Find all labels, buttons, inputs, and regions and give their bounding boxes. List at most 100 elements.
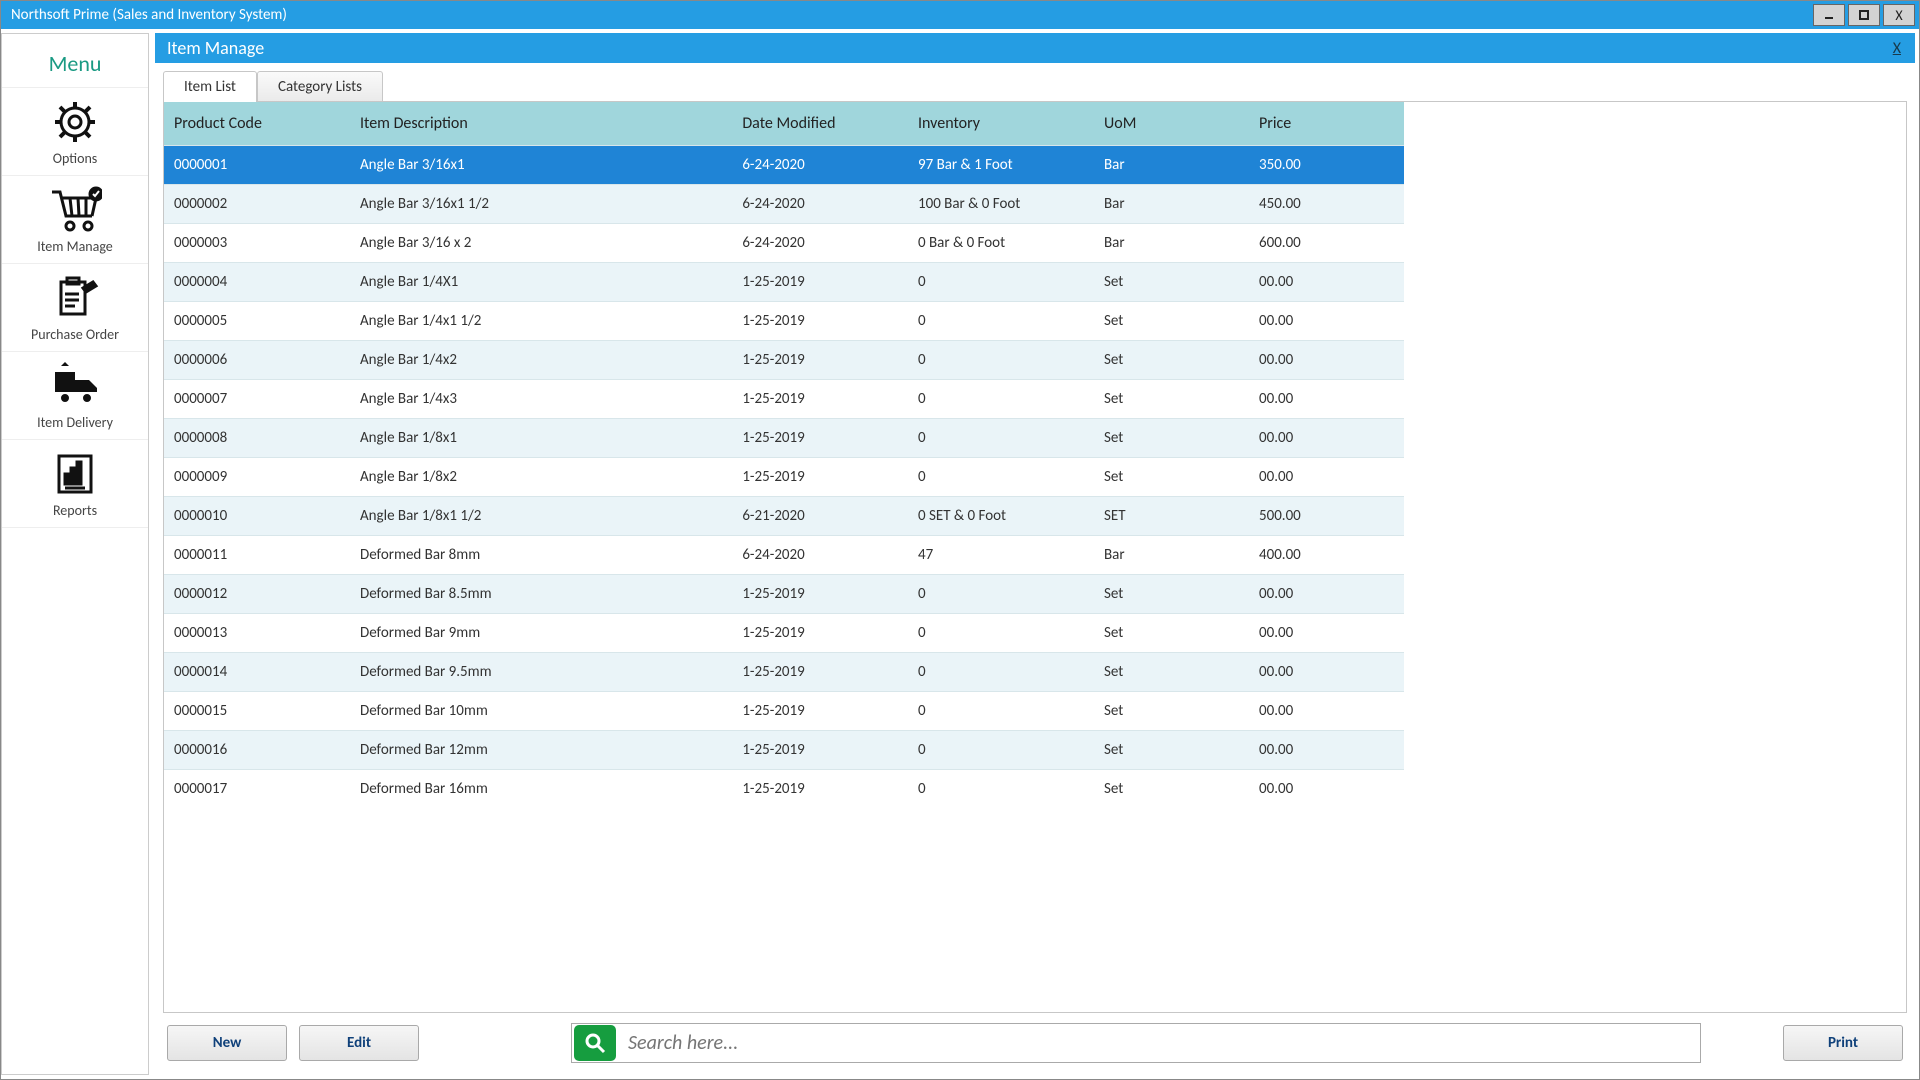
cell-desc: Deformed Bar 9.5mm — [350, 653, 732, 692]
cell-uom: Set — [1094, 731, 1249, 770]
column-header-uom[interactable]: UoM — [1094, 102, 1249, 146]
sidebar-item-item-delivery[interactable]: Item Delivery — [2, 352, 148, 440]
cell-uom: Set — [1094, 614, 1249, 653]
close-icon: X — [1895, 7, 1902, 24]
close-panel-button[interactable]: X — [1893, 39, 1915, 58]
cell-price: 350.00 — [1249, 146, 1404, 185]
cell-uom: Set — [1094, 575, 1249, 614]
cell-code: 0000004 — [164, 263, 350, 302]
sidebar-item-item-manage[interactable]: Item Manage — [2, 176, 148, 264]
cell-uom: SET — [1094, 497, 1249, 536]
cell-uom: Set — [1094, 419, 1249, 458]
sidebar-item-label: Reports — [53, 502, 97, 519]
cell-price: 500.00 — [1249, 497, 1404, 536]
cell-uom: Set — [1094, 380, 1249, 419]
table-row[interactable]: 0000016Deformed Bar 12mm1-25-20190Set00.… — [164, 731, 1404, 770]
tab-panel: Product Code Item Description Date Modif… — [163, 101, 1907, 1013]
cell-price: 00.00 — [1249, 380, 1404, 419]
items-table: Product Code Item Description Date Modif… — [164, 102, 1404, 808]
cell-code: 0000001 — [164, 146, 350, 185]
sidebar: Menu Options — [1, 33, 149, 1075]
table-row[interactable]: 0000012Deformed Bar 8.5mm1-25-20190Set00… — [164, 575, 1404, 614]
table-row[interactable]: 0000006Angle Bar 1/4x21-25-20190Set00.00 — [164, 341, 1404, 380]
cell-price: 450.00 — [1249, 185, 1404, 224]
table-row[interactable]: 0000008Angle Bar 1/8x11-25-20190Set00.00 — [164, 419, 1404, 458]
cell-uom: Bar — [1094, 536, 1249, 575]
gear-icon — [51, 98, 99, 146]
cell-price: 00.00 — [1249, 770, 1404, 809]
cell-desc: Angle Bar 3/16 x 2 — [350, 224, 732, 263]
sidebar-item-options[interactable]: Options — [2, 88, 148, 176]
minimize-button[interactable] — [1813, 4, 1845, 26]
cell-code: 0000005 — [164, 302, 350, 341]
cell-desc: Angle Bar 1/8x1 — [350, 419, 732, 458]
sidebar-item-label: Item Delivery — [37, 414, 113, 431]
table-row[interactable]: 0000013Deformed Bar 9mm1-25-20190Set00.0… — [164, 614, 1404, 653]
cell-date: 1-25-2019 — [732, 614, 908, 653]
cell-inv: 0 — [908, 380, 1094, 419]
search-icon[interactable] — [574, 1025, 616, 1061]
cell-price: 00.00 — [1249, 263, 1404, 302]
delivery-truck-icon — [47, 362, 103, 410]
cell-price: 00.00 — [1249, 419, 1404, 458]
cell-inv: 0 — [908, 575, 1094, 614]
table-row[interactable]: 0000015Deformed Bar 10mm1-25-20190Set00.… — [164, 692, 1404, 731]
print-button[interactable]: Print — [1783, 1025, 1903, 1061]
cell-inv: 97 Bar & 1 Foot — [908, 146, 1094, 185]
table-row[interactable]: 0000002Angle Bar 3/16x1 1/26-24-2020100 … — [164, 185, 1404, 224]
panel-header: Item Manage X — [155, 33, 1915, 63]
cell-uom: Bar — [1094, 224, 1249, 263]
cell-date: 6-21-2020 — [732, 497, 908, 536]
column-header-desc[interactable]: Item Description — [350, 102, 732, 146]
sidebar-item-purchase-order[interactable]: Purchase Order — [2, 264, 148, 352]
table-row[interactable]: 0000014Deformed Bar 9.5mm1-25-20190Set00… — [164, 653, 1404, 692]
cell-code: 0000009 — [164, 458, 350, 497]
table-row[interactable]: 0000001Angle Bar 3/16x16-24-202097 Bar &… — [164, 146, 1404, 185]
table-scroller[interactable]: Product Code Item Description Date Modif… — [164, 102, 1906, 1012]
cell-uom: Set — [1094, 653, 1249, 692]
table-row[interactable]: 0000007Angle Bar 1/4x31-25-20190Set00.00 — [164, 380, 1404, 419]
cell-date: 1-25-2019 — [732, 692, 908, 731]
tab-item-list[interactable]: Item List — [163, 71, 257, 102]
cell-date: 6-24-2020 — [732, 536, 908, 575]
table-row[interactable]: 0000011Deformed Bar 8mm6-24-202047Bar400… — [164, 536, 1404, 575]
table-row[interactable]: 0000010Angle Bar 1/8x1 1/26-21-20200 SET… — [164, 497, 1404, 536]
cell-desc: Deformed Bar 10mm — [350, 692, 732, 731]
cell-code: 0000017 — [164, 770, 350, 809]
cell-date: 1-25-2019 — [732, 302, 908, 341]
table-row[interactable]: 0000017Deformed Bar 16mm1-25-20190Set00.… — [164, 770, 1404, 809]
maximize-button[interactable] — [1848, 4, 1880, 26]
cell-date: 6-24-2020 — [732, 185, 908, 224]
column-header-price[interactable]: Price — [1249, 102, 1404, 146]
cell-code: 0000002 — [164, 185, 350, 224]
tab-category-lists[interactable]: Category Lists — [257, 71, 383, 102]
cell-date: 6-24-2020 — [732, 224, 908, 263]
column-header-date[interactable]: Date Modified — [732, 102, 908, 146]
table-row[interactable]: 0000004Angle Bar 1/4X11-25-20190Set00.00 — [164, 263, 1404, 302]
cell-inv: 47 — [908, 536, 1094, 575]
new-button[interactable]: New — [167, 1025, 287, 1061]
cell-inv: 0 — [908, 263, 1094, 302]
search-input[interactable] — [618, 1025, 1700, 1061]
cell-date: 1-25-2019 — [732, 770, 908, 809]
table-row[interactable]: 0000003Angle Bar 3/16 x 26-24-20200 Bar … — [164, 224, 1404, 263]
cell-date: 1-25-2019 — [732, 341, 908, 380]
sidebar-item-label: Item Manage — [37, 238, 113, 255]
cell-price: 00.00 — [1249, 575, 1404, 614]
table-row[interactable]: 0000005Angle Bar 1/4x1 1/21-25-20190Set0… — [164, 302, 1404, 341]
close-button[interactable]: X — [1883, 4, 1915, 26]
cell-date: 1-25-2019 — [732, 653, 908, 692]
sidebar-item-reports[interactable]: Reports — [2, 440, 148, 528]
column-header-inv[interactable]: Inventory — [908, 102, 1094, 146]
cell-desc: Deformed Bar 8mm — [350, 536, 732, 575]
cell-price: 00.00 — [1249, 458, 1404, 497]
cart-icon — [48, 186, 102, 234]
cell-desc: Deformed Bar 16mm — [350, 770, 732, 809]
cell-inv: 0 — [908, 770, 1094, 809]
cell-inv: 0 Bar & 0 Foot — [908, 224, 1094, 263]
edit-button[interactable]: Edit — [299, 1025, 419, 1061]
column-header-code[interactable]: Product Code — [164, 102, 350, 146]
cell-code: 0000011 — [164, 536, 350, 575]
table-row[interactable]: 0000009Angle Bar 1/8x21-25-20190Set00.00 — [164, 458, 1404, 497]
cell-desc: Angle Bar 1/4X1 — [350, 263, 732, 302]
